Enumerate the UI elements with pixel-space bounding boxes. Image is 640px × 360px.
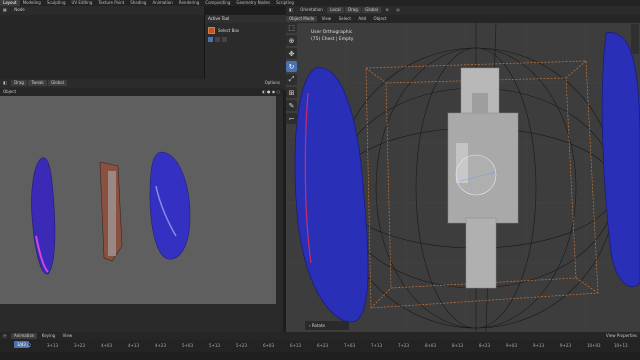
workspace-tab[interactable]: Geometry Nodes (233, 0, 273, 6)
orientation-dropdown[interactable]: Local (327, 7, 344, 13)
tweak-dropdown[interactable]: Tweak (28, 80, 47, 86)
cursor-icon[interactable]: ⊕ (286, 35, 297, 46)
timeline-tick-label: 2+42 (20, 343, 31, 348)
left-viewport-subheader: Object ◐ ● ◉ ○ (0, 88, 283, 96)
timeline-tick-label: 7+13 (371, 343, 382, 348)
timeline-tick-label: 4+23 (155, 343, 166, 348)
playback-dropdown[interactable]: Animation (10, 333, 38, 339)
view-menu[interactable]: View (60, 332, 76, 340)
main-viewport-subheader: Object Mode View Select Add Object (286, 15, 640, 23)
rotate-gizmo[interactable] (455, 154, 497, 196)
render-middle-chassis (108, 171, 116, 256)
active-tool-title: Active Tool (205, 15, 286, 23)
chevron-right-icon: › (309, 323, 311, 328)
timeline-tick-label: 6+23 (317, 343, 328, 348)
mode-extend-icon[interactable] (215, 37, 220, 42)
sidebar-tab[interactable] (631, 24, 639, 54)
editor-type-icon[interactable]: ◧ (0, 79, 10, 87)
timeline-tick-label: 4+13 (128, 343, 139, 348)
main-viewport[interactable]: User Orthographic (75) Chest | Empty (286, 23, 640, 332)
operator-panel-rotate[interactable]: › Rotate (305, 321, 349, 330)
select-box-icon[interactable] (208, 26, 215, 34)
orientation-label: Orientation (300, 7, 323, 12)
timeline-tick-label: 8+13 (452, 343, 463, 348)
transform-dropdown[interactable]: Global (48, 80, 67, 86)
menu-select[interactable]: Select (336, 15, 354, 23)
timeline-tick-label: 3+23 (74, 343, 85, 348)
timeline-tick-label: 6+13 (290, 343, 301, 348)
timeline-tick-label: 7+23 (398, 343, 409, 348)
timeline-track[interactable] (0, 352, 640, 360)
rendered-view[interactable] (0, 96, 276, 304)
timeline-tick-label: 9+03 (506, 343, 517, 348)
timeline-tick-label: 5+23 (236, 343, 247, 348)
scale-icon[interactable]: ⤢ (286, 74, 297, 85)
active-tool-name: Select Box (218, 27, 240, 33)
object-menu[interactable]: Object (0, 88, 19, 96)
select-box-icon[interactable]: ⬚ (286, 22, 297, 33)
drag-dropdown[interactable]: Drag (345, 7, 361, 13)
mode-subtract-icon[interactable] (222, 37, 227, 42)
menu-view[interactable]: View (319, 15, 335, 23)
menu-object[interactable]: Object (371, 15, 390, 23)
timeline-tick-label: 9+13 (533, 343, 544, 348)
menu-add[interactable]: Add (355, 15, 369, 23)
options-menu[interactable]: Options (262, 79, 283, 87)
upper-left-header: ▦ Node (0, 6, 204, 15)
timeline-tick-label: 5+03 (182, 343, 193, 348)
keying-menu[interactable]: Keying (39, 332, 58, 340)
timeline-tick-label: 4+03 (101, 343, 112, 348)
transform-dropdown[interactable]: Global (362, 7, 381, 13)
transform-icon[interactable]: ⊞ (286, 87, 297, 98)
editor-type-icon[interactable]: ▦ (0, 6, 10, 14)
timeline-tick-label: 7+03 (344, 343, 355, 348)
shading-icons[interactable]: ◐ ● ◉ ○ (259, 88, 283, 96)
operator-label: Rotate (311, 323, 325, 328)
workspace-tab[interactable]: Compositing (202, 0, 233, 6)
timeline-tick-label: 6+03 (263, 343, 274, 348)
toolbar: ⬚ ⊕ ✥ ↻ ⤢ ⊞ ✎ ⌐ (286, 22, 298, 332)
mode-set-icon[interactable] (208, 37, 213, 42)
main-viewport-header: ◧ Orientation Local Drag Global ⊘ ◎ (286, 6, 640, 15)
view-properties-toggle[interactable]: View Properties (603, 332, 640, 340)
editor-type-icon[interactable]: ◧ (286, 6, 296, 14)
view-name-text: User Orthographic (311, 29, 353, 35)
drag-dropdown[interactable]: Drag (11, 80, 27, 86)
timeline-tick-label: 9+23 (560, 343, 571, 348)
left-viewport-header: ◧ Drag Tweak Global Options (0, 79, 283, 88)
timeline-header: ◷ Animation Keying View View Properties (0, 332, 640, 340)
timeline-tick-label: 10+03 (587, 343, 601, 348)
side-panel-tabs (626, 24, 640, 332)
timeline: ◷ Animation Keying View View Properties … (0, 332, 640, 360)
timeline-tick-label: 8+23 (479, 343, 490, 348)
editor-type-icon[interactable]: ◷ (0, 332, 10, 340)
timeline-tick-label: 3+13 (47, 343, 58, 348)
annotate-icon[interactable]: ✎ (286, 100, 297, 111)
proportional-icon[interactable]: ◎ (393, 6, 403, 14)
timeline-tick-label: 8+03 (425, 343, 436, 348)
node-menu[interactable]: Node (11, 6, 27, 14)
rotate-icon[interactable]: ↻ (286, 61, 297, 72)
snap-icon[interactable]: ⊘ (382, 6, 391, 14)
move-icon[interactable]: ✥ (286, 48, 297, 59)
timeline-tick-label: 5+13 (209, 343, 220, 348)
collection-info-text: (75) Chest | Empty (311, 36, 354, 42)
timeline-tick-label: 10+13 (614, 343, 628, 348)
measure-icon[interactable]: ⌐ (286, 113, 297, 124)
